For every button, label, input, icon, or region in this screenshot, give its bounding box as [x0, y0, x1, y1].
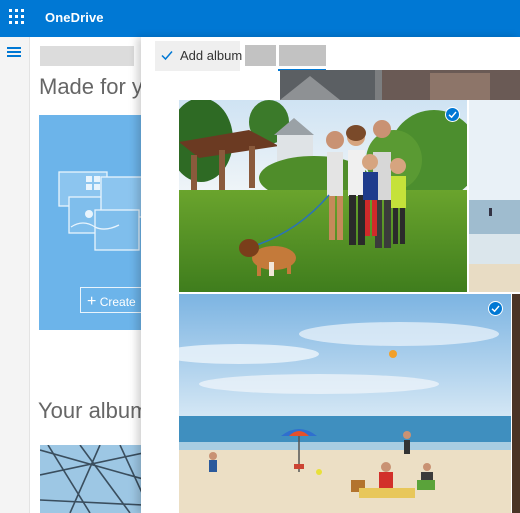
beach-photo[interactable]	[179, 294, 511, 513]
family-photo[interactable]	[179, 100, 467, 292]
beach-photo-image	[179, 294, 511, 513]
album-cover-image	[40, 445, 143, 513]
toolbar-placeholder[interactable]	[245, 45, 276, 66]
left-nav-rail	[0, 37, 30, 513]
your-albums-heading: Your album	[38, 398, 149, 423]
app-launcher-icon[interactable]	[9, 9, 27, 27]
add-album-label: Add album	[180, 48, 243, 63]
toolbar-placeholder[interactable]	[279, 45, 326, 66]
create-button-label: Create	[99, 294, 136, 309]
made-for-you-heading: Made for y	[39, 74, 143, 99]
plus-icon: +	[87, 292, 97, 310]
photo-thumbnail[interactable]	[512, 294, 520, 513]
hamburger-menu-icon[interactable]	[7, 47, 21, 57]
selected-check-icon[interactable]	[488, 301, 503, 316]
checkmark-icon	[161, 51, 173, 61]
family-photo-image	[179, 100, 467, 292]
search-input[interactable]	[40, 46, 134, 66]
photo-thumbnail[interactable]	[280, 70, 520, 100]
photo-thumbnail[interactable]	[469, 100, 520, 292]
app-title[interactable]: OneDrive	[45, 10, 104, 25]
selected-check-icon[interactable]	[445, 107, 460, 122]
album-thumbnail[interactable]	[40, 445, 143, 513]
